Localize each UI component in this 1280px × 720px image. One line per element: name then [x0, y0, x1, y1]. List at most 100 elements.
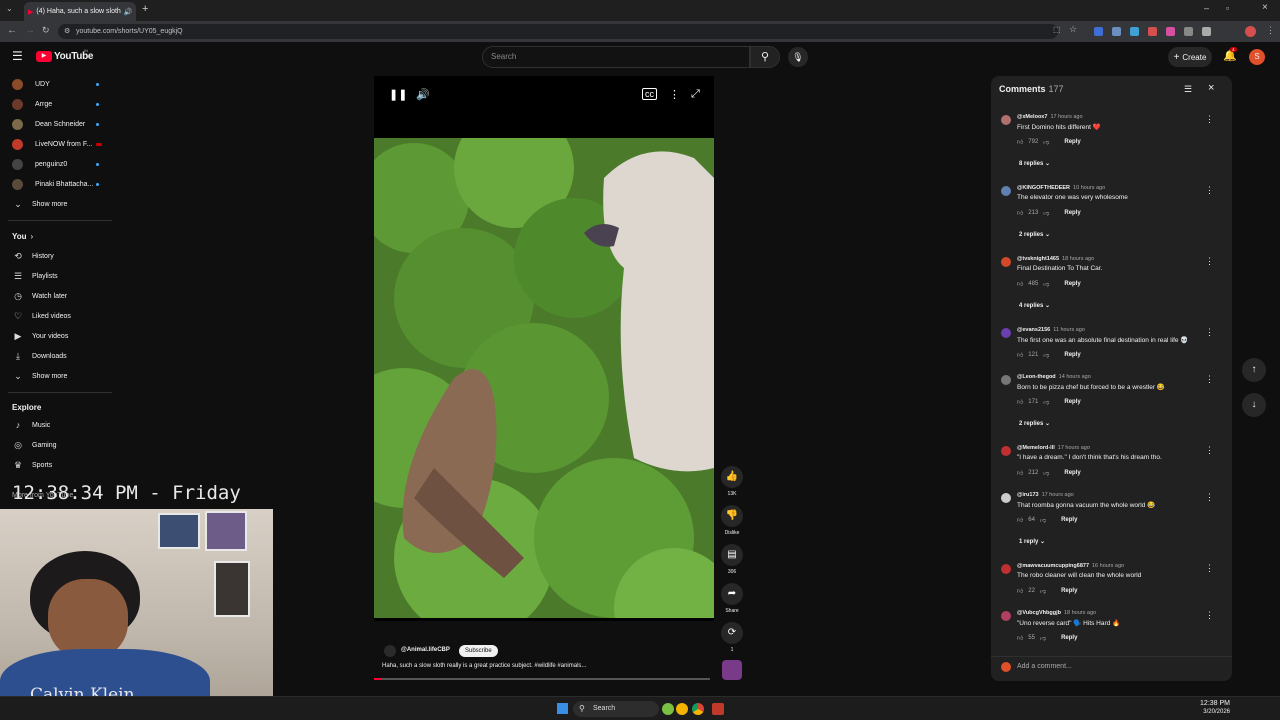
previous-short-button[interactable]: ↑: [1242, 358, 1266, 382]
comment-author[interactable]: @VubcgVhbggjb: [1017, 610, 1061, 616]
video-progress-bar[interactable]: [374, 678, 710, 680]
comment-menu-icon[interactable]: ⋮: [1205, 610, 1214, 621]
short-caption[interactable]: Haha, such a slow sloth really is a grea…: [382, 663, 586, 669]
voice-search-button[interactable]: 🎙: [788, 47, 808, 67]
commenter-avatar[interactable]: [1001, 186, 1011, 196]
sort-icon[interactable]: ☰: [1184, 84, 1192, 95]
dislike-icon[interactable]: 👎︎: [1043, 138, 1049, 146]
comment-author[interactable]: @Leon-thegod: [1017, 374, 1056, 380]
extensions-puzzle-icon[interactable]: [1202, 27, 1211, 36]
dislike-icon[interactable]: 👎︎: [1040, 634, 1046, 642]
next-short-button[interactable]: ↓: [1242, 393, 1266, 417]
sidebar-item-watch-later[interactable]: ◷ Watch later: [0, 286, 118, 306]
like-icon[interactable]: 👍︎: [1017, 138, 1023, 146]
sidebar-item-liked-videos[interactable]: ♡ Liked videos: [0, 306, 118, 326]
install-icon[interactable]: ⬚: [1053, 25, 1061, 34]
sidebar-item-music[interactable]: ♪ Music: [0, 415, 118, 435]
dislike-icon[interactable]: 👎︎: [1043, 469, 1049, 477]
dislike-icon[interactable]: 👎︎: [1043, 351, 1049, 359]
like-icon[interactable]: 👍︎: [1017, 469, 1023, 477]
taskbar-search[interactable]: ⚲ Search: [573, 701, 659, 717]
dislike-icon[interactable]: 👎︎: [1040, 587, 1046, 595]
more-options-icon[interactable]: ⋮: [669, 88, 680, 101]
like-icon[interactable]: 👍︎: [1017, 280, 1023, 288]
fullscreen-icon[interactable]: ⤢: [691, 88, 700, 101]
close-icon[interactable]: ×: [1208, 82, 1214, 94]
sidebar-subscription[interactable]: LiveNOW from F...: [0, 134, 118, 154]
commenter-avatar[interactable]: [1001, 611, 1011, 621]
comment-author[interactable]: @Memelord-lll: [1017, 445, 1055, 451]
sidebar-item-playlists[interactable]: ☰ Playlists: [0, 266, 118, 286]
remix-button[interactable]: ⟳ 1: [720, 622, 744, 653]
address-bar[interactable]: ⚙ youtube.com/shorts/UY05_eugkjQ: [58, 24, 1058, 39]
reload-icon[interactable]: ↻: [42, 25, 50, 36]
view-replies-button[interactable]: 2 replies ⌄: [1019, 231, 1050, 238]
comment-author[interactable]: @evans2156: [1017, 327, 1050, 333]
like-button[interactable]: 👍 13K: [720, 466, 744, 497]
reply-button[interactable]: Reply: [1061, 588, 1077, 594]
view-replies-button[interactable]: 4 replies ⌄: [1019, 302, 1050, 309]
reply-button[interactable]: Reply: [1064, 470, 1080, 476]
comment-menu-icon[interactable]: ⋮: [1205, 445, 1214, 456]
extension-icon[interactable]: [1094, 27, 1103, 36]
sidebar-item-downloads[interactable]: ⤓ Downloads: [0, 346, 118, 366]
like-icon[interactable]: 👍︎: [1017, 398, 1023, 406]
comment-menu-icon[interactable]: ⋮: [1205, 492, 1214, 503]
comment-author[interactable]: @KINGOFTHEDEER: [1017, 185, 1070, 191]
profile-avatar-icon[interactable]: [1245, 26, 1256, 37]
like-icon[interactable]: 👍︎: [1017, 516, 1023, 524]
video-frame[interactable]: [374, 138, 714, 618]
search-input[interactable]: Search: [482, 46, 750, 68]
share-button[interactable]: ➦ Share: [720, 583, 744, 614]
comment-menu-icon[interactable]: ⋮: [1205, 256, 1214, 267]
maximize-icon[interactable]: ▫: [1226, 3, 1229, 13]
channel-name[interactable]: @Animal.lifeCBP: [401, 647, 450, 653]
show-more-subscriptions[interactable]: ⌄ Show more: [0, 194, 118, 214]
subscribe-button[interactable]: Subscribe: [459, 645, 498, 657]
window-close-icon[interactable]: ×: [1262, 2, 1268, 13]
reply-button[interactable]: Reply: [1064, 281, 1080, 287]
comment-menu-icon[interactable]: ⋮: [1205, 185, 1214, 196]
extension-icon[interactable]: [1130, 27, 1139, 36]
sidebar-subscription[interactable]: UDY: [0, 74, 118, 94]
app-icon[interactable]: [712, 703, 724, 715]
taskbar-clock[interactable]: 12:38 PM: [1150, 700, 1230, 707]
dislike-icon[interactable]: 👎︎: [1040, 516, 1046, 524]
channel-avatar[interactable]: [384, 645, 396, 657]
sidebar-subscription[interactable]: Dean Schneider: [0, 114, 118, 134]
account-avatar[interactable]: S: [1249, 49, 1265, 65]
commenter-avatar[interactable]: [1001, 257, 1011, 267]
extension-icon[interactable]: [1148, 27, 1157, 36]
view-replies-button[interactable]: 1 reply ⌄: [1019, 538, 1045, 545]
windows-start-icon[interactable]: [557, 703, 568, 714]
reply-button[interactable]: Reply: [1061, 517, 1077, 523]
reply-button[interactable]: Reply: [1061, 635, 1077, 641]
minimize-icon[interactable]: –: [1204, 3, 1209, 13]
add-comment-input[interactable]: Add a comment...: [991, 656, 1232, 681]
back-icon[interactable]: ←: [7, 25, 17, 36]
comments-button[interactable]: ▤ 306: [720, 544, 744, 575]
view-replies-button[interactable]: 8 replies ⌄: [1019, 160, 1050, 167]
site-info-icon[interactable]: ⚙: [64, 24, 70, 39]
commenter-avatar[interactable]: [1001, 115, 1011, 125]
hamburger-menu-icon[interactable]: ☰: [12, 49, 23, 63]
dislike-icon[interactable]: 👎︎: [1043, 280, 1049, 288]
like-icon[interactable]: 👍︎: [1017, 587, 1023, 595]
new-tab-icon[interactable]: +: [142, 3, 148, 15]
sidebar-item-your-videos[interactable]: ▶ Your videos: [0, 326, 118, 346]
sidebar-item-sports[interactable]: ♛ Sports: [0, 455, 118, 475]
sidebar-subscription[interactable]: Arrge: [0, 94, 118, 114]
browser-menu-icon[interactable]: ⋮: [1266, 25, 1275, 36]
sidebar-item-gaming[interactable]: ◎ Gaming: [0, 435, 118, 455]
youtube-logo-icon[interactable]: ▶: [36, 51, 52, 62]
comment-menu-icon[interactable]: ⋮: [1205, 563, 1214, 574]
dislike-icon[interactable]: 👎︎: [1043, 398, 1049, 406]
browser-tab-active[interactable]: ▶ (4) Haha, such a slow sloth 🔊 ×: [24, 2, 136, 21]
commenter-avatar[interactable]: [1001, 493, 1011, 503]
reply-button[interactable]: Reply: [1064, 352, 1080, 358]
volume-icon[interactable]: 🔊: [416, 88, 430, 101]
like-icon[interactable]: 👍︎: [1017, 351, 1023, 359]
tab-search-icon[interactable]: ⌄: [6, 4, 13, 13]
comment-author[interactable]: @mawvacuumcupping6877: [1017, 563, 1089, 569]
comment-menu-icon[interactable]: ⋮: [1205, 374, 1214, 385]
